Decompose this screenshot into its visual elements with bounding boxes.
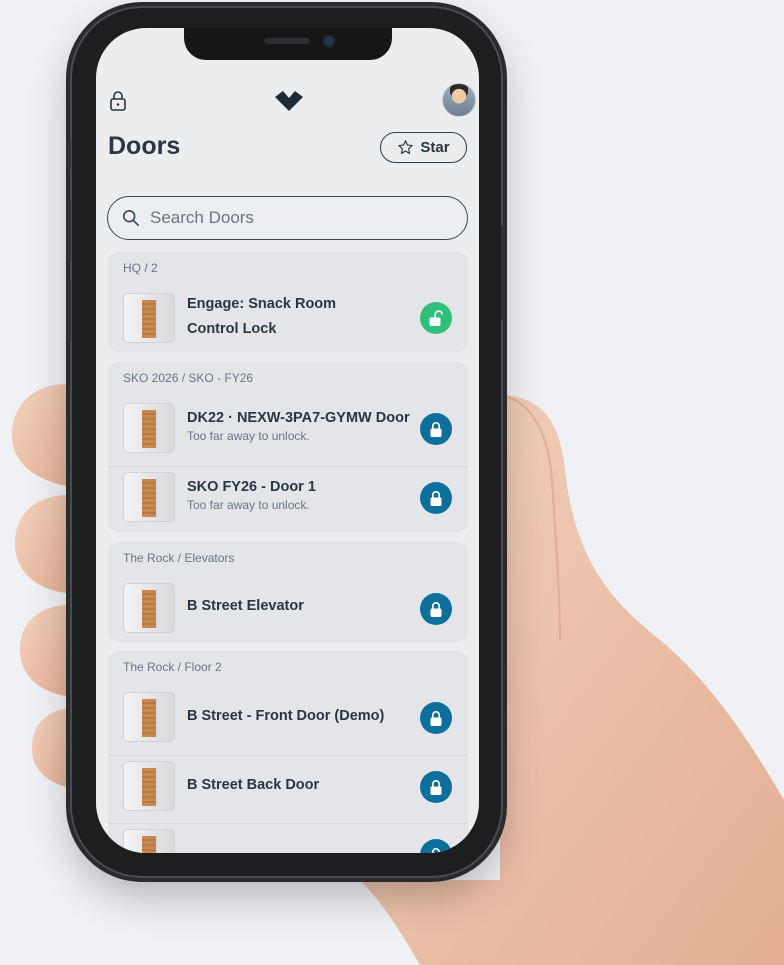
search-bar[interactable] — [107, 196, 468, 240]
door-thumbnail — [123, 293, 175, 343]
group-label: The Rock / Elevators — [123, 551, 235, 565]
door-thumbnail — [123, 583, 175, 633]
lock-button[interactable] — [420, 593, 452, 625]
lock-closed-icon — [432, 847, 440, 853]
door-status-text: Too far away to unlock. — [187, 498, 310, 512]
list-item[interactable]: SKO FY26 - Door 1 Too far away to unlock… — [108, 466, 468, 527]
list-item[interactable]: B Street Back Door — [108, 755, 468, 816]
group-label: SKO 2026 / SKO - FY26 — [123, 371, 254, 385]
lock-button[interactable] — [420, 413, 452, 445]
search-icon — [122, 209, 140, 227]
door-group: The Rock / Elevators B Street Elevator — [108, 542, 468, 642]
lock-button[interactable] — [420, 839, 452, 853]
lock-closed-icon — [430, 601, 442, 617]
door-thumbnail — [123, 761, 175, 811]
lock-closed-icon — [430, 779, 442, 795]
lock-button[interactable] — [420, 482, 452, 514]
list-item[interactable]: B Street Elevator — [108, 578, 468, 638]
door-thumbnail — [123, 403, 175, 453]
lock-open-icon — [429, 309, 443, 326]
lock-closed-icon — [430, 710, 442, 726]
list-item[interactable]: Engage: Snack Room Control Lock — [108, 288, 468, 348]
camera — [324, 36, 334, 46]
door-group: HQ / 2 Engage: Snack Room Control Lock — [108, 252, 468, 352]
speaker — [264, 38, 310, 44]
door-thumbnail — [123, 829, 175, 853]
top-bar — [96, 83, 479, 119]
group-label: The Rock / Floor 2 — [123, 660, 222, 674]
door-name: SKO FY26 - Door 1 — [187, 479, 316, 495]
search-input[interactable] — [148, 207, 452, 229]
door-group: The Rock / Floor 2 B Street - Front Door… — [108, 651, 468, 853]
phone-volume-down — [67, 280, 71, 342]
door-name: DK22 · NEXW-3PA7-GYMW Door — [187, 410, 410, 426]
list-item[interactable]: B Street - Front Door (Demo) — [108, 687, 468, 747]
star-button[interactable]: Star — [380, 132, 467, 163]
door-thumbnail — [123, 472, 175, 522]
star-button-label: Star — [420, 139, 450, 156]
phone-side-button — [67, 140, 71, 170]
lock-closed-icon — [430, 490, 442, 506]
group-label: HQ / 2 — [123, 261, 158, 275]
notch — [184, 28, 392, 60]
avatar[interactable] — [442, 83, 476, 117]
door-name: Engage: Snack Room — [187, 296, 337, 312]
lock-button[interactable] — [420, 702, 452, 734]
door-thumbnail — [123, 692, 175, 742]
door-status-text: Too far away to unlock. — [187, 429, 310, 443]
app-screen: Doors Star HQ / 2 Engage: Snack Room Con… — [96, 28, 479, 853]
phone-power-button — [501, 225, 505, 320]
door-name: B Street Elevator — [187, 598, 304, 614]
phone-volume-up — [67, 200, 71, 262]
lock-closed-icon — [430, 421, 442, 437]
list-item[interactable]: DK22 · NEXW-3PA7-GYMW Door Too far away … — [108, 398, 468, 458]
page-title: Doors — [108, 132, 181, 160]
door-name-line2: Control Lock — [187, 321, 277, 337]
door-name: B Street Back Door — [187, 777, 320, 793]
lock-icon[interactable] — [108, 89, 128, 113]
lock-button[interactable] — [420, 771, 452, 803]
door-group: SKO 2026 / SKO - FY26 DK22 · NEXW-3PA7-G… — [108, 362, 468, 532]
door-name: B Street - Front Door (Demo) — [187, 708, 385, 724]
unlock-button[interactable] — [420, 302, 452, 334]
list-item[interactable] — [108, 823, 468, 853]
star-icon — [398, 140, 414, 155]
brand-logo-icon — [275, 91, 303, 111]
